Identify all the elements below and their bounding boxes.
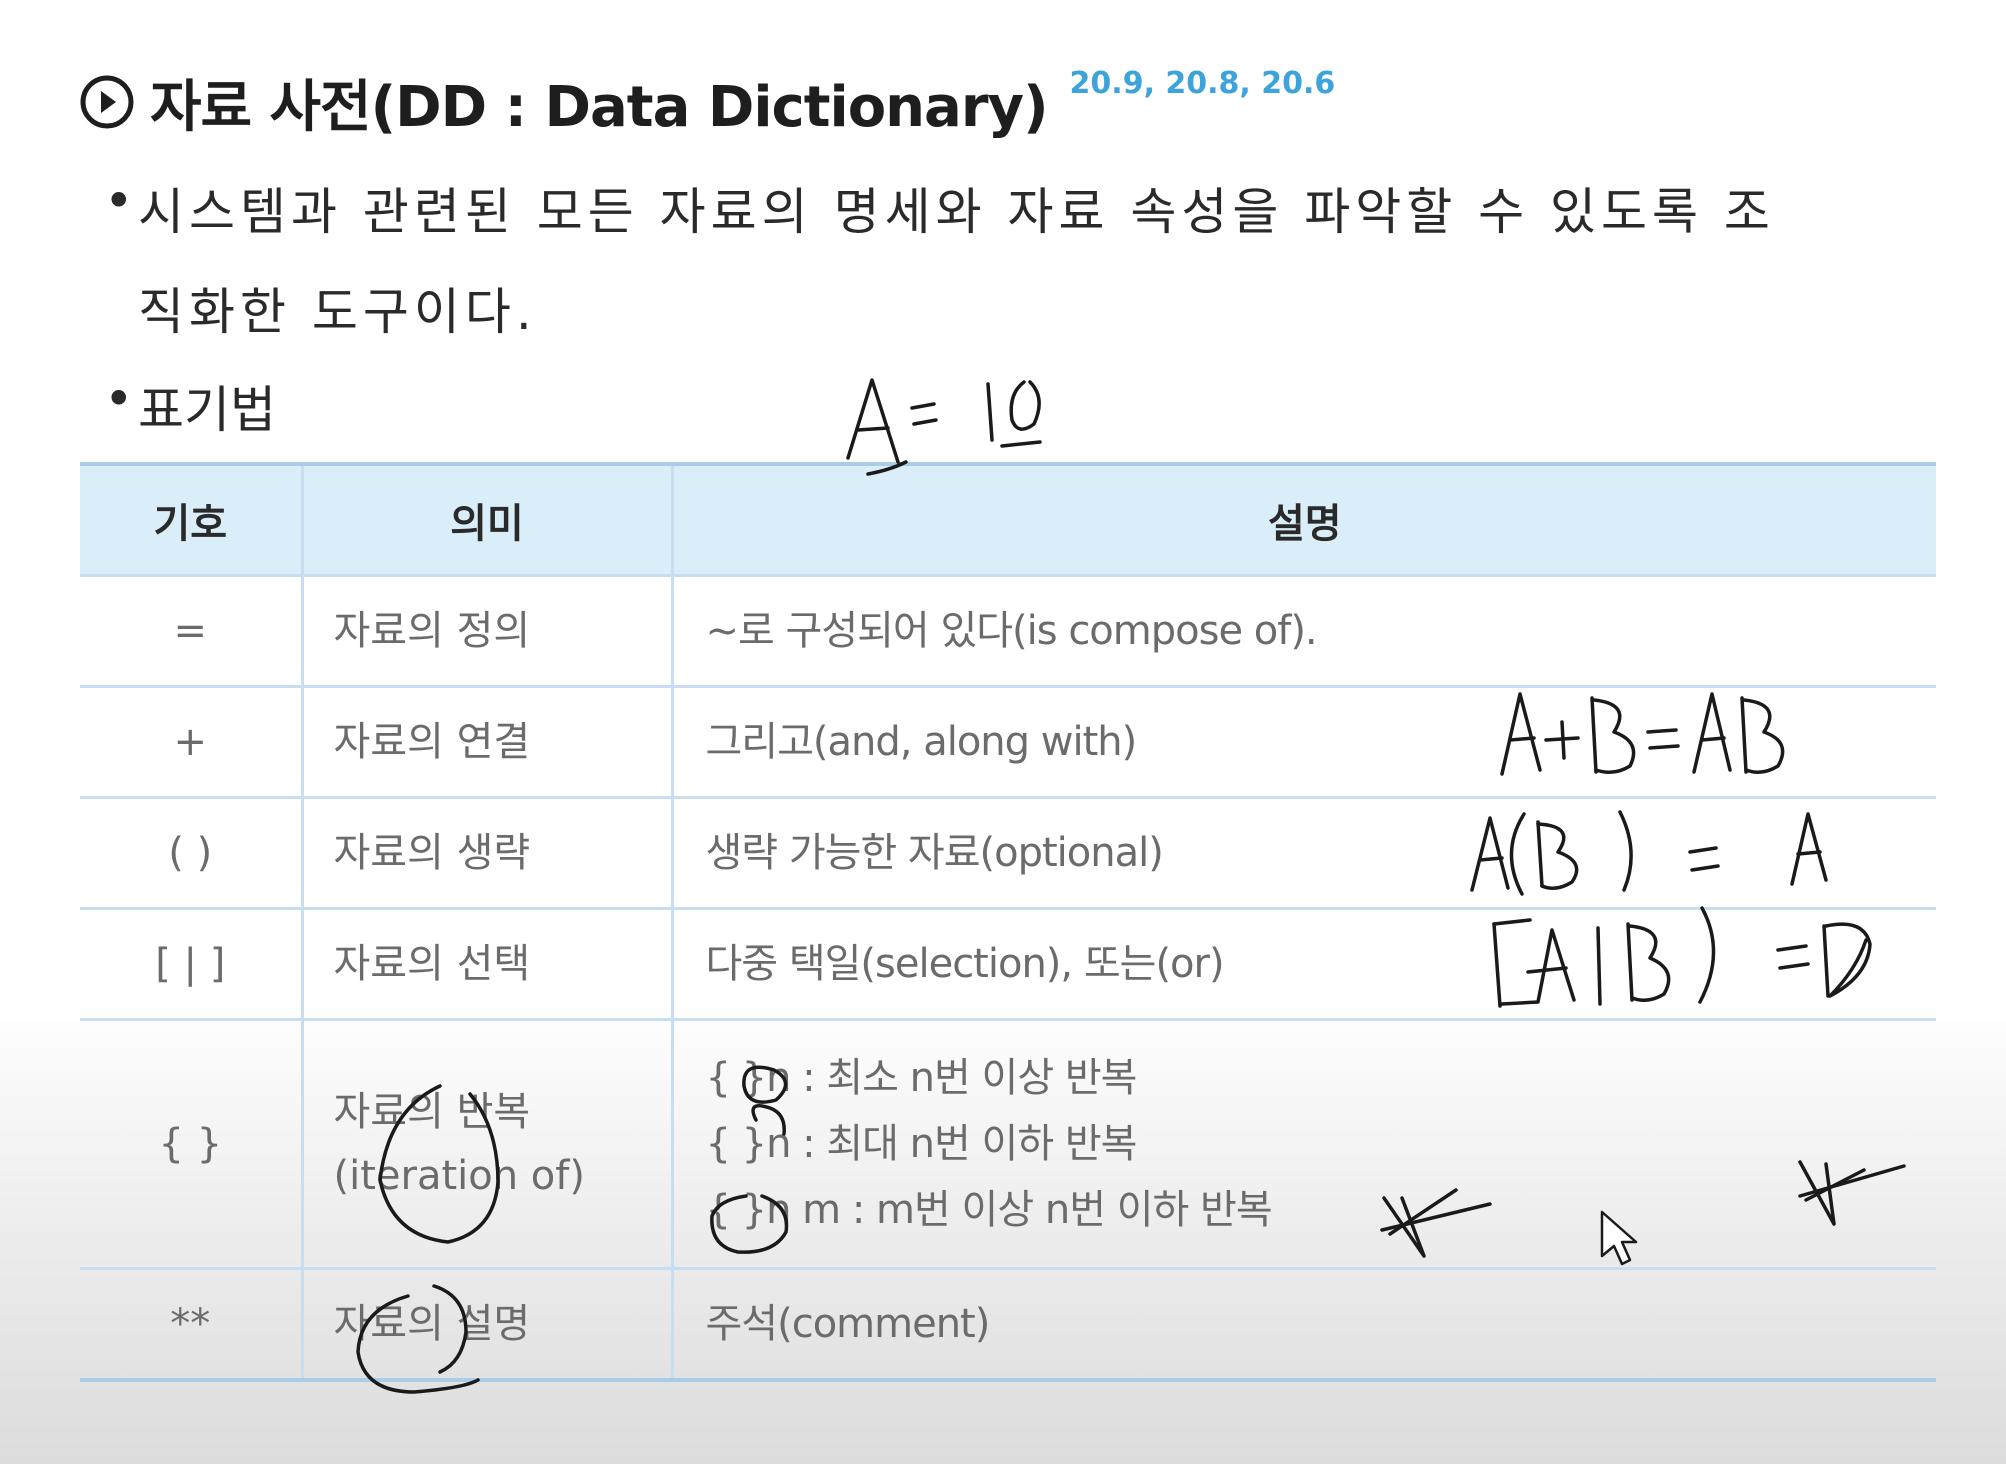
bullet-dot: • — [104, 172, 139, 230]
cell-meaning-line1: 자료의 반복 — [333, 1089, 531, 1135]
notation-table: 기호 의미 설명 = 자료의 정의 ~로 구성되어 있다(is compose … — [80, 462, 1936, 1382]
header-symbol: 기호 — [80, 462, 304, 577]
cell-meaning: 자료의 연결 — [300, 685, 674, 799]
bullet-dot: • — [104, 370, 134, 428]
table-row: [ | ] 자료의 선택 다중 택일(selection), 또는(or) — [80, 907, 1936, 1021]
cell-symbol: + — [80, 685, 304, 799]
desc-line: { }n : 최소 n번 이상 반복 — [705, 1055, 1138, 1101]
cell-symbol: = — [80, 574, 304, 688]
desc-line: { }n : 최대 n번 이하 반복 — [705, 1121, 1138, 1167]
cell-symbol: ** — [80, 1267, 304, 1382]
cell-meaning: 자료의 설명 — [300, 1267, 674, 1382]
title-text: 자료 사전(DD : Data Dictionary) — [150, 74, 1049, 140]
cell-meaning-line2: (iteration of) — [333, 1153, 585, 1199]
cell-description: 그리고(and, along with) — [670, 685, 1936, 799]
cell-meaning: 자료의 선택 — [300, 907, 674, 1021]
exam-references: 20.9, 20.8, 20.6 — [1069, 66, 1336, 101]
table-row: ** 자료의 설명 주석(comment) — [80, 1267, 1936, 1382]
desc-line: { }n m : m번 이상 n번 이하 반복 — [705, 1187, 1273, 1233]
cell-description: 생략 가능한 자료(optional) — [670, 796, 1936, 910]
table-row: = 자료의 정의 ~로 구성되어 있다(is compose of). — [80, 574, 1936, 688]
table-row: ( ) 자료의 생략 생략 가능한 자료(optional) — [80, 796, 1936, 910]
table-header-row: 기호 의미 설명 — [80, 462, 1936, 577]
header-description: 설명 — [670, 462, 1936, 577]
cell-meaning: 자료의 반복 (iteration of) — [300, 1018, 674, 1270]
cell-meaning: 자료의 정의 — [300, 574, 674, 688]
cell-description: { }n : 최소 n번 이상 반복 { }n : 최대 n번 이하 반복 { … — [670, 1018, 1936, 1270]
bullet-definition-cont: 직화한 도구이다. — [138, 272, 537, 344]
cell-description: 다중 택일(selection), 또는(or) — [670, 907, 1936, 1021]
play-circle-icon — [80, 75, 134, 129]
cell-meaning: 자료의 생략 — [300, 796, 674, 910]
bullet-notation: • 표기법 — [104, 370, 276, 442]
header-meaning: 의미 — [300, 462, 674, 577]
cell-symbol: ( ) — [80, 796, 304, 910]
bullet-notation-label: 표기법 — [138, 381, 276, 439]
section-title: 자료 사전(DD : Data Dictionary) 20.9, 20.8, … — [78, 62, 1335, 142]
bullet-definition: • 시스템과 관련된 모든 자료의 명세와 자료 속성을 파악할 수 있도록 조 — [104, 172, 1775, 244]
cell-description: 주석(comment) — [670, 1267, 1936, 1382]
handwriting-a-eq-10 — [846, 378, 1042, 476]
bullet-definition-line1: 시스템과 관련된 모든 자료의 명세와 자료 속성을 파악할 수 있도록 조 — [138, 183, 1775, 241]
cell-symbol: { } — [80, 1018, 304, 1270]
cell-symbol: [ | ] — [80, 907, 304, 1021]
table-row: { } 자료의 반복 (iteration of) { }n : 최소 n번 이… — [80, 1018, 1936, 1270]
bullet-definition-line2: 직화한 도구이다. — [138, 283, 537, 341]
table-row: + 자료의 연결 그리고(and, along with) — [80, 685, 1936, 799]
cell-description: ~로 구성되어 있다(is compose of). — [670, 574, 1936, 688]
